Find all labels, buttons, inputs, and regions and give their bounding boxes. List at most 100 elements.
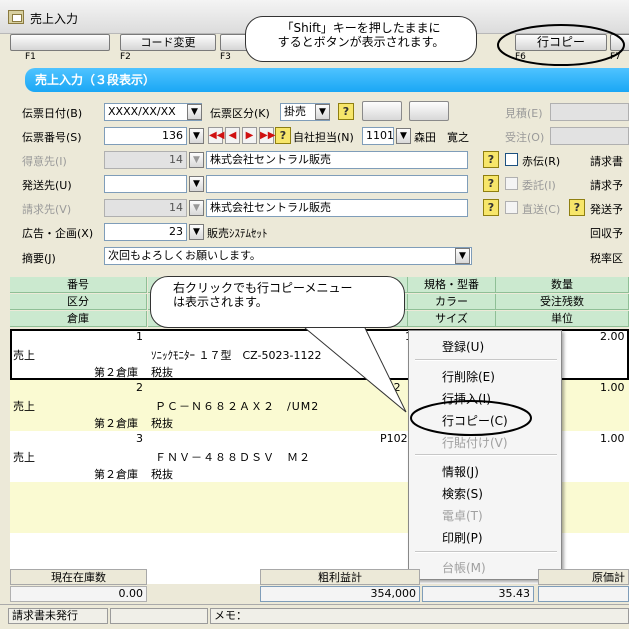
- row-soko: 第２倉庫: [94, 366, 138, 379]
- tokui-name-field[interactable]: 株式会社セントラル販売: [206, 151, 468, 169]
- tokui-dropdown-icon[interactable]: ▼: [189, 152, 204, 168]
- denpyo-no-field[interactable]: 136: [104, 127, 187, 145]
- denpyo-no-label: 伝票番号(S): [22, 131, 82, 144]
- prev-record-icon[interactable]: ◀: [225, 127, 240, 144]
- tokui-code-field[interactable]: 14: [104, 151, 187, 169]
- first-record-icon[interactable]: ◀◀: [208, 127, 224, 144]
- menu-item-ledger[interactable]: 台帳(M): [442, 559, 486, 576]
- mitsumori-field[interactable]: [550, 103, 629, 121]
- header-juchu-zan[interactable]: 受注残数: [496, 294, 629, 310]
- kokoku-dropdown-icon[interactable]: ▼: [189, 224, 204, 240]
- header-kikaku[interactable]: 規格・型番: [408, 277, 496, 293]
- itaku-checkbox[interactable]: [505, 177, 518, 190]
- last-record-icon[interactable]: ▶▶: [259, 127, 275, 144]
- tekiyo-dropdown-icon[interactable]: ▼: [455, 248, 470, 264]
- kokoku-code-field[interactable]: 23: [104, 223, 187, 241]
- tekiyo-select[interactable]: 次回もよろしくお願いします。: [104, 247, 472, 265]
- tokui-question-icon[interactable]: ?: [483, 151, 499, 168]
- date-dropdown-icon[interactable]: ▼: [187, 104, 202, 120]
- seikyu-code-field[interactable]: 14: [104, 199, 187, 217]
- chokuso-label: 直送(C): [522, 203, 561, 216]
- seikyu-short-label: 請求書: [590, 155, 623, 168]
- juchu-field[interactable]: [550, 127, 629, 145]
- row-code: P102: [380, 432, 408, 445]
- kokoku-name: 販売ｼｽﾃﾑｾｯﾄ: [207, 227, 268, 240]
- denpyo-no-dropdown-icon[interactable]: ▼: [189, 128, 204, 144]
- shift-hint-callout: 「Shift」キーを押したままに するとボタンが表示されます。: [245, 16, 477, 62]
- tanto-question-icon[interactable]: ?: [275, 127, 291, 144]
- next-record-icon[interactable]: ▶: [242, 127, 257, 144]
- menu-item-search[interactable]: 検索(S): [442, 485, 483, 502]
- profit-rate: 35.43: [422, 586, 534, 602]
- status-memo: メモ：: [210, 608, 629, 624]
- row-no: 1: [136, 330, 143, 343]
- row-soko: 第２倉庫: [94, 417, 138, 430]
- menu-item-delete-row[interactable]: 行削除(E): [442, 368, 495, 385]
- stock-value: 0.00: [10, 586, 147, 602]
- header-soko[interactable]: 倉庫: [10, 311, 147, 327]
- header-suryo[interactable]: 数量: [496, 277, 629, 293]
- hasso-question-icon[interactable]: ?: [483, 175, 499, 192]
- hasso-yotei-label: 発送予: [590, 203, 623, 216]
- chokuso-question-icon[interactable]: ?: [569, 199, 585, 216]
- menu-item-print[interactable]: 印刷(P): [442, 529, 483, 546]
- f1-label: F1: [25, 52, 36, 62]
- tanto-label: 自社担当(N): [293, 131, 354, 144]
- header-size[interactable]: サイズ: [408, 311, 496, 327]
- seikyu-label: 請求先(V): [22, 203, 72, 216]
- row-item: ＦＮＶ－４８８ＤＳＶ Ｍ２: [155, 451, 311, 464]
- header-tani[interactable]: 単位: [496, 311, 629, 327]
- juchu-label: 受注(O): [505, 131, 545, 144]
- menu-item-calculator[interactable]: 電卓(T): [442, 507, 483, 524]
- header-color[interactable]: カラー: [408, 294, 496, 310]
- header-kubun[interactable]: 区分: [10, 294, 147, 310]
- app-icon: [8, 10, 24, 24]
- hasso-name-field[interactable]: [206, 175, 468, 193]
- highlight-ellipse: [497, 24, 625, 66]
- window-title: 売上入力: [30, 12, 79, 26]
- context-menu: 登録(U) 行削除(E) 行挿入(I) 行コピー(C) 行貼付け(V) 情報(J…: [408, 330, 562, 580]
- kubun-dropdown-icon[interactable]: ▼: [315, 104, 330, 120]
- stock-label: 現在在庫数: [10, 569, 147, 585]
- denpyo-kubun-label: 伝票区分(K): [210, 107, 270, 120]
- row-kubun: 売上: [13, 349, 35, 362]
- row-qty: 1.00: [600, 432, 625, 445]
- zeiritsu-label: 税率区: [590, 252, 623, 265]
- f2-label: F2: [120, 52, 131, 62]
- menu-separator: [415, 551, 557, 553]
- status-invoice: 請求書未発行: [8, 608, 108, 624]
- callout-pointer: [304, 327, 407, 413]
- tanto-name: 森田 寛之: [414, 131, 469, 144]
- code-change-button[interactable]: コード変更: [120, 34, 216, 51]
- seikyu-yotei-label: 請求予: [590, 179, 623, 192]
- seikyu-question-icon[interactable]: ?: [483, 199, 499, 216]
- tekiyo-label: 摘要(J): [22, 252, 56, 265]
- card-button-2[interactable]: [409, 101, 449, 121]
- seikyu-name-field[interactable]: 株式会社セントラル販売: [206, 199, 468, 217]
- chokuso-checkbox[interactable]: [505, 201, 518, 214]
- row-no: 3: [136, 432, 143, 445]
- row-tax: 税抜: [151, 468, 173, 481]
- mitsumori-label: 見積(E): [505, 107, 543, 120]
- akaden-label: 赤伝(R): [522, 155, 561, 168]
- menu-separator: [415, 359, 557, 361]
- copy-highlight-ellipse: [410, 400, 532, 436]
- card-button-1[interactable]: [362, 101, 402, 121]
- hasso-code-field[interactable]: [104, 175, 187, 193]
- kokoku-label: 広告・企画(X): [22, 227, 94, 240]
- f1-button[interactable]: [10, 34, 110, 51]
- seikyu-dropdown-icon[interactable]: ▼: [189, 200, 204, 216]
- denpyo-date-label: 伝票日付(B): [22, 107, 83, 120]
- tanto-code-field[interactable]: 1101: [362, 127, 394, 145]
- hasso-label: 発送先(U): [22, 179, 72, 192]
- menu-separator: [415, 454, 557, 456]
- menu-item-register[interactable]: 登録(U): [442, 338, 484, 355]
- question-icon[interactable]: ?: [338, 103, 354, 120]
- cost-label: 原価計: [538, 569, 629, 585]
- tokui-label: 得意先(I): [22, 155, 67, 168]
- header-bango[interactable]: 番号: [10, 277, 147, 293]
- menu-item-info[interactable]: 情報(J): [442, 463, 479, 480]
- hasso-dropdown-icon[interactable]: ▼: [189, 176, 204, 192]
- tanto-dropdown-icon[interactable]: ▼: [396, 128, 411, 144]
- akaden-checkbox[interactable]: [505, 153, 518, 166]
